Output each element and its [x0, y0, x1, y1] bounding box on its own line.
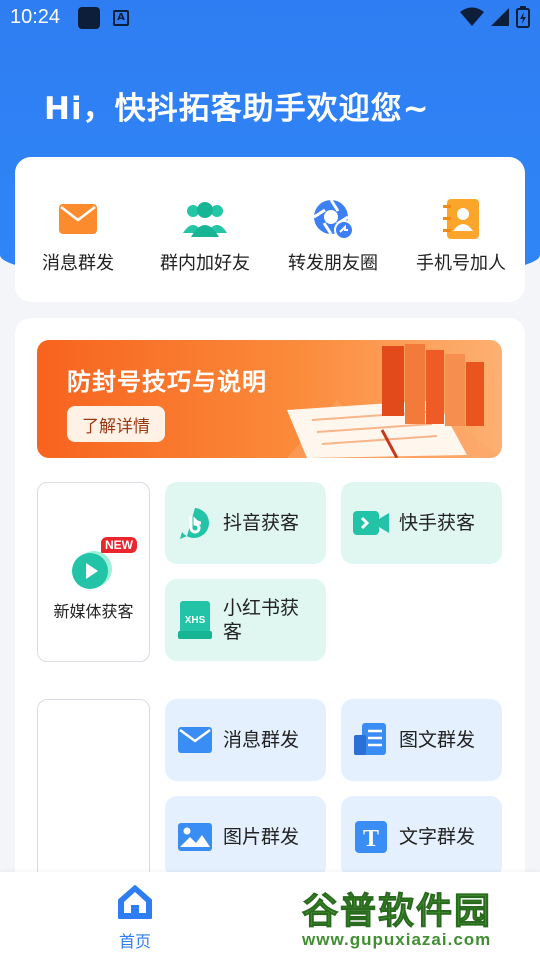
image-broadcast-tile[interactable]: 图片群发 [165, 796, 326, 878]
quick-action-message-broadcast[interactable]: 消息群发 [18, 197, 138, 275]
play-icon [72, 551, 112, 589]
wifi-icon [460, 7, 484, 26]
new-media-card[interactable]: NEW 新媒体获客 [37, 482, 150, 662]
main-card: 防封号技巧与说明 了解详情 NEW 新媒体获客 抖音获客 快手获客 XHS 小红… [15, 318, 525, 929]
envelope-icon [56, 197, 100, 241]
article-broadcast-tile[interactable]: 图文群发 [341, 699, 502, 781]
contacts-icon [439, 197, 483, 241]
battery-icon [516, 6, 530, 28]
tile-label: 快手获客 [399, 512, 476, 534]
nav-home-label: 首页 [118, 932, 151, 951]
status-bar: 10:24 A [0, 0, 540, 36]
tile-label: 小红书获客 [223, 597, 300, 643]
text-broadcast-tile[interactable]: T 文字群发 [341, 796, 502, 878]
envelope-icon [177, 722, 213, 758]
status-time: 10:24 [10, 6, 61, 28]
xiaohongshu-lead-tile[interactable]: XHS 小红书获客 [165, 579, 326, 661]
quick-action-label: 转发朋友圈 [288, 253, 378, 274]
xhs-icon-text: XHS [185, 615, 206, 626]
douyin-lead-tile[interactable]: 抖音获客 [165, 482, 326, 564]
xiaohongshu-icon: XHS [177, 601, 213, 639]
tile-label: 消息群发 [223, 729, 300, 751]
message-broadcast-tile[interactable]: 消息群发 [165, 699, 326, 781]
image-icon [177, 819, 213, 855]
learn-more-button[interactable]: 了解详情 [67, 406, 165, 442]
text-icon: T [353, 819, 389, 855]
quick-action-label: 群内加好友 [160, 253, 250, 274]
kuaishou-icon [353, 505, 389, 541]
group-icon [183, 197, 227, 241]
banner-title: 防封号技巧与说明 [67, 368, 267, 396]
tile-label: 文字群发 [399, 826, 476, 848]
tile-label: 图片群发 [223, 826, 300, 848]
quick-action-label: 消息群发 [42, 253, 114, 274]
tile-label: 图文群发 [399, 729, 476, 751]
signal-icon [491, 8, 509, 26]
watermark-url: www.gupuxiazai.com [302, 930, 492, 949]
watermark-title: 谷普软件园 [301, 891, 493, 933]
kuaishou-lead-tile[interactable]: 快手获客 [341, 482, 502, 564]
tile-label: 抖音获客 [223, 512, 300, 534]
site-watermark: 谷普软件园 www.gupuxiazai.com [296, 874, 540, 960]
moments-icon [311, 197, 355, 241]
nav-home-tab[interactable]: 首页 [100, 882, 170, 952]
home-icon [118, 885, 152, 919]
quick-action-phone-add[interactable]: 手机号加人 [401, 197, 521, 275]
douyin-icon [177, 505, 213, 541]
new-media-label: 新媒体获客 [53, 602, 134, 621]
quick-action-group-add-friend[interactable]: 群内加好友 [145, 197, 265, 275]
quick-action-forward-moments[interactable]: 转发朋友圈 [273, 197, 393, 275]
input-method-icon: A [113, 10, 129, 26]
text-icon-letter: T [363, 826, 379, 852]
article-icon [353, 722, 389, 758]
notification-app-icon [78, 7, 100, 29]
quick-actions-card: 消息群发 群内加好友 转发朋友圈 手机号加人 [15, 157, 525, 302]
greeting-title: Hi，快抖拓客助手欢迎您~ [44, 91, 430, 127]
anti-ban-banner[interactable]: 防封号技巧与说明 了解详情 [37, 340, 502, 458]
status-indicators [460, 6, 530, 28]
quick-action-label: 手机号加人 [416, 253, 506, 274]
